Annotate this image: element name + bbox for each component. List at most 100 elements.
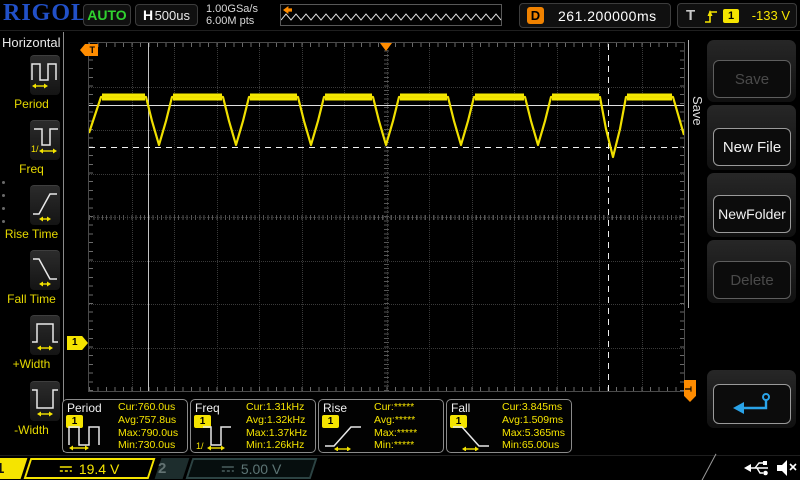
trigger-status-box[interactable]: T 1 -133 V [677, 3, 797, 28]
acquisition-status-badge[interactable]: AUTO [83, 4, 131, 26]
measurement-panel-period[interactable]: Period 1 Cur:760.0us Avg:757.8us Max:790… [62, 399, 188, 453]
channel1-waveform-trace [89, 43, 684, 391]
measurement-avg: Avg:***** [374, 414, 417, 427]
topbar-divider [0, 30, 800, 31]
channel2-scale: 5.00 V [241, 461, 281, 477]
horizontal-label: H [143, 7, 153, 23]
rise-time-icon [323, 421, 371, 451]
return-arrow-icon [730, 391, 774, 417]
timebase-value: 500us [155, 8, 190, 23]
sidebar-item-label: Freq [0, 162, 63, 176]
trigger-level-flag-label: T [683, 386, 693, 392]
menu-card: Save [707, 40, 796, 102]
sidebar-item-label: Rise Time [0, 227, 63, 241]
save-menu-tab-label: Save [690, 96, 705, 126]
measurement-min: Min:65.00us [502, 439, 565, 452]
trigger-source-badge: 1 [723, 9, 739, 23]
measurement-name: Freq [195, 401, 220, 415]
measurement-min: Min:1.26kHz [246, 439, 307, 452]
save-button[interactable]: Save [713, 60, 791, 98]
scroll-dot [2, 194, 5, 197]
freq-icon: 1/ [30, 121, 60, 161]
measurement-max: Max:790.0us [118, 427, 178, 440]
channel2-number: 2 [158, 458, 186, 479]
measurement-max: Max:5.365ms [502, 427, 565, 440]
measurement-cur: Cur:1.31kHz [246, 401, 307, 414]
speaker-muted-icon [774, 458, 798, 478]
channel1-number: 1 [0, 458, 24, 479]
channel1-scale-box[interactable]: 19.4 V [24, 458, 156, 479]
sidebar-item-label: Period [0, 97, 63, 111]
freq-icon: 1/ [195, 421, 243, 451]
trigger-level-offscreen-marker[interactable]: T [684, 380, 696, 402]
measurement-panel-fall[interactable]: Fall 1 Cur:3.845ms Avg:1.509ms Max:5.365… [446, 399, 572, 453]
fall-time-icon [30, 251, 60, 291]
usb-icon [744, 459, 772, 477]
new-folder-button[interactable]: NewFolder [713, 195, 791, 233]
channel1-scale: 19.4 V [79, 461, 119, 477]
measurement-name: Period [67, 401, 102, 415]
new-file-button[interactable]: New File [713, 128, 791, 166]
sample-rate: 1.00GSa/s [206, 3, 258, 15]
delete-button[interactable]: Delete [713, 261, 791, 299]
trigger-position-offscreen-flag[interactable]: T [80, 44, 98, 56]
measurement-avg: Avg:757.8us [118, 414, 178, 427]
menu-card: Delete [707, 240, 796, 303]
minus-width-icon [30, 382, 60, 422]
fall-time-icon [451, 421, 499, 451]
memory-waveform-preview [281, 5, 501, 25]
channel2-scale-box[interactable]: 5.00 V [186, 458, 318, 479]
measurement-name: Fall [451, 401, 470, 415]
rise-time-icon [30, 186, 60, 226]
waveform-display-area [88, 42, 685, 392]
sample-rate-block: 1.00GSa/s 6.00M pts [206, 3, 258, 27]
measurement-min: Min:730.0us [118, 439, 178, 452]
period-icon [67, 421, 115, 451]
measurement-panel-rise[interactable]: Rise 1 Cur:***** Avg:***** Max:***** Min… [318, 399, 444, 453]
trigger-position-center-marker[interactable] [380, 43, 392, 51]
menu-card: NewFolder [707, 173, 796, 237]
left-menu-outline [63, 32, 64, 452]
period-icon [30, 56, 60, 96]
right-menu-outline [688, 40, 689, 308]
measurement-name: Rise [323, 401, 347, 415]
menu-card [707, 370, 796, 428]
rising-edge-trigger-icon [704, 8, 719, 25]
scroll-dot [2, 207, 5, 210]
channel1-ground-marker[interactable]: 1 [67, 336, 88, 350]
measurement-avg: Avg:1.509ms [502, 414, 565, 427]
svg-text:1/: 1/ [196, 441, 204, 451]
rigol-logo: RIGOL [3, 0, 88, 27]
back-button[interactable] [713, 384, 791, 424]
measurement-cur: Cur:760.0us [118, 401, 178, 414]
sidebar-item-label: Fall Time [0, 292, 63, 306]
scroll-dot [2, 220, 5, 223]
channel-status-bar: 1 19.4 V 2 [0, 455, 800, 480]
oscilloscope-screen: RIGOL AUTO H 500us 1.00GSa/s 6.00M pts D… [0, 0, 800, 480]
dc-coupling-icon [59, 464, 73, 474]
measurement-cur: Cur:***** [374, 401, 417, 414]
measure-menu-title: Horizontal [2, 35, 61, 50]
dc-coupling-icon [221, 464, 235, 474]
scroll-dot [2, 181, 5, 184]
measurement-max: Max:1.37kHz [246, 427, 307, 440]
measurement-avg: Avg:1.32kHz [246, 414, 307, 427]
svg-text:1/: 1/ [31, 144, 39, 154]
waveform-memory-thumbnail[interactable] [280, 4, 502, 26]
plus-width-icon [30, 316, 60, 356]
sidebar-item-label: +Width [0, 357, 63, 371]
memory-depth: 6.00M pts [206, 15, 258, 27]
delay-badge: D [527, 7, 544, 24]
trigger-level-value: -133 V [752, 8, 790, 23]
horizontal-timebase-box[interactable]: H 500us [135, 4, 198, 26]
trigger-delay-box[interactable]: D 261.200000ms [519, 3, 671, 28]
trigger-label: T [686, 7, 695, 24]
sidebar-item-label: -Width [0, 423, 63, 437]
measurement-cur: Cur:3.845ms [502, 401, 565, 414]
delay-value: 261.200000ms [558, 8, 657, 24]
measurement-max: Max:***** [374, 427, 417, 440]
channel2-label[interactable]: 2 [155, 458, 190, 479]
menu-card: New File [707, 105, 796, 170]
measurement-min: Min:***** [374, 439, 417, 452]
measurement-panel-freq[interactable]: Freq 1 1/ Cur:1.31kHz Avg:1.32kHz Max:1.… [190, 399, 316, 453]
